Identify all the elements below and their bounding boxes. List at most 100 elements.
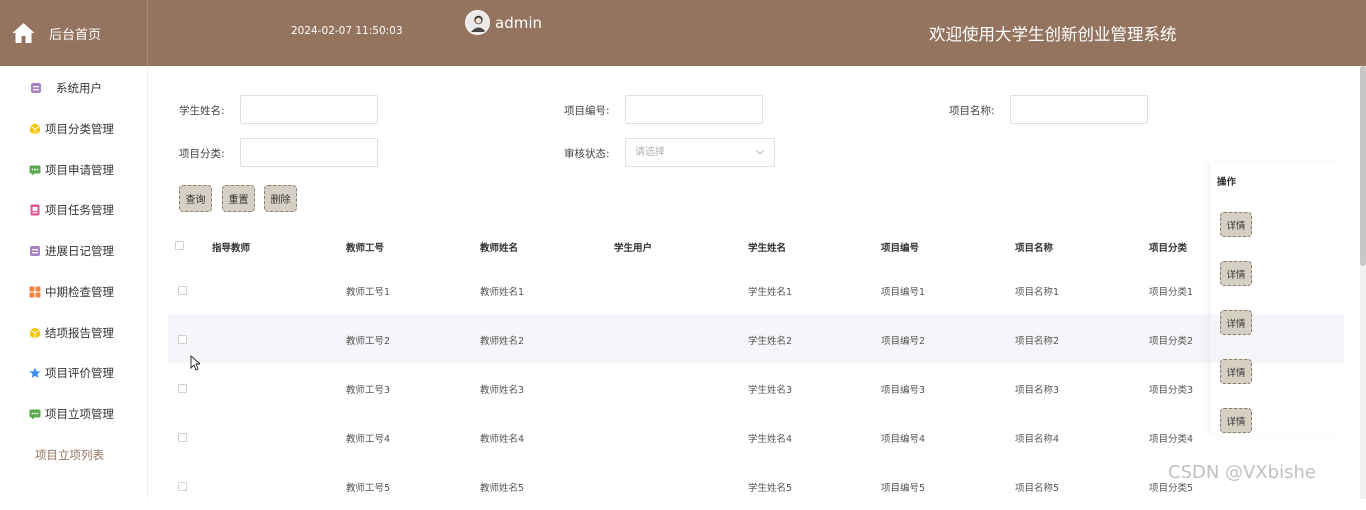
home-link[interactable]: 后台首页 (0, 0, 148, 66)
detail-button[interactable]: 详情 (1220, 310, 1252, 335)
cell-teacher-name: 教师姓名3 (480, 385, 525, 396)
audit-status-placeholder: 请选择 (635, 147, 665, 158)
project-no-label: 项目编号: (564, 105, 610, 117)
sidebar-item-label: 中期检查管理 (45, 285, 114, 299)
cell-teacher-no: 教师工号4 (346, 434, 391, 445)
student-name-label: 学生姓名: (179, 105, 225, 117)
sidebar-item-label: 项目分类管理 (45, 122, 114, 136)
sidebar-item-system-users[interactable]: 系统用户 (0, 73, 148, 103)
main-content: 学生姓名: 项目编号: 项目名称: 项目分类: 审核状态: 请选择 查询 重置 … (150, 66, 1360, 499)
sidebar-item-project-evaluation[interactable]: 项目评价管理 (0, 358, 148, 388)
row-checkbox[interactable] (178, 384, 187, 393)
row-checkbox[interactable] (178, 286, 187, 295)
cell-teacher-name: 教师姓名4 (480, 434, 525, 445)
cell-project-no: 项目编号2 (881, 336, 926, 347)
cell-teacher-name: 教师姓名5 (480, 483, 525, 494)
cell-teacher-no: 教师工号1 (346, 287, 391, 298)
cube-icon (29, 327, 41, 339)
th-project-name: 项目名称 (1015, 243, 1054, 254)
sidebar-item-project-task[interactable]: 项目任务管理 (0, 195, 148, 225)
detail-button[interactable]: 详情 (1220, 212, 1252, 237)
site-title: 欢迎使用大学生创新创业管理系统 (929, 25, 1177, 44)
chevron-down-icon (756, 150, 764, 155)
archive-icon (31, 83, 41, 93)
project-category-label: 项目分类: (179, 148, 225, 160)
cell-teacher-no: 教师工号3 (346, 385, 391, 396)
th-category: 项目分类 (1149, 243, 1188, 254)
cell-student-name: 学生姓名1 (748, 287, 793, 298)
th-teacher-no: 教师工号 (346, 243, 385, 254)
row-checkbox[interactable] (178, 482, 187, 491)
mouse-cursor-icon (190, 355, 200, 371)
cell-project-no: 项目编号5 (881, 483, 926, 494)
sidebar-item-label: 进展日记管理 (45, 244, 114, 258)
cell-student-name: 学生姓名3 (748, 385, 793, 396)
username: admin (495, 13, 542, 32)
home-label: 后台首页 (49, 27, 102, 43)
select-all-checkbox[interactable] (175, 241, 184, 250)
sidebar-item-label: 项目申请管理 (45, 163, 114, 177)
cell-project-name: 项目名称1 (1015, 287, 1060, 298)
sidebar-item-progress-diary[interactable]: 进展日记管理 (0, 236, 148, 266)
message-icon (29, 165, 41, 176)
datetime: 2024-02-07 11:50:03 (291, 25, 403, 37)
th-teacher-name: 教师姓名 (480, 243, 519, 254)
detail-button[interactable]: 详情 (1220, 261, 1252, 286)
user-info[interactable]: admin (465, 10, 542, 35)
operations-column: 操作 详情 详情 详情 详情 详情 (1209, 163, 1344, 433)
cell-category: 项目分类1 (1149, 287, 1194, 298)
sidebar-item-project-application[interactable]: 项目申请管理 (0, 155, 148, 185)
sidebar-item-final-report[interactable]: 结项报告管理 (0, 318, 148, 348)
student-name-input[interactable] (240, 95, 378, 124)
sidebar: 系统用户 项目分类管理 项目申请管理 项目任务管理 进展日记管理 中期检查管理 … (0, 66, 148, 499)
avatar (465, 10, 490, 35)
detail-button[interactable]: 详情 (1220, 408, 1252, 433)
sidebar-item-label: 项目立项列表 (35, 448, 104, 462)
sidebar-item-project-category[interactable]: 项目分类管理 (0, 114, 148, 144)
cell-student-name: 学生姓名5 (748, 483, 793, 494)
project-category-input[interactable] (240, 138, 378, 167)
cell-project-name: 项目名称2 (1015, 336, 1060, 347)
audit-status-select[interactable]: 请选择 (625, 138, 775, 167)
th-operations: 操作 (1217, 177, 1237, 188)
table-row[interactable]: 教师工号3 教师姓名3 学生姓名3 项目编号3 项目名称3 项目分类3 (168, 363, 1344, 412)
project-name-input[interactable] (1010, 95, 1148, 124)
sidebar-item-label: 系统用户 (56, 81, 102, 95)
table-row[interactable]: 教师工号1 教师姓名1 学生姓名1 项目编号1 项目名称1 项目分类1 (168, 265, 1344, 314)
row-checkbox[interactable] (178, 433, 187, 442)
home-icon (12, 23, 35, 43)
sidebar-item-project-approval[interactable]: 项目立项管理 (0, 399, 148, 429)
cell-project-no: 项目编号1 (881, 287, 926, 298)
cell-student-name: 学生姓名4 (748, 434, 793, 445)
cell-project-name: 项目名称4 (1015, 434, 1060, 445)
grid-icon (29, 286, 41, 298)
sidebar-item-label: 项目立项管理 (45, 407, 114, 421)
th-student-user: 学生用户 (614, 243, 653, 254)
project-name-label: 项目名称: (949, 105, 995, 117)
cell-project-no: 项目编号3 (881, 385, 926, 396)
cell-category: 项目分类3 (1149, 385, 1194, 396)
sidebar-item-project-approval-list[interactable]: 项目立项列表 (0, 440, 148, 470)
project-no-input[interactable] (625, 95, 763, 124)
audit-status-label: 审核状态: (564, 148, 610, 160)
table-row[interactable]: 教师工号2 教师姓名2 学生姓名2 项目编号2 项目名称2 项目分类2 (168, 314, 1344, 363)
top-bar: 后台首页 2024-02-07 11:50:03 admin 欢迎使用大学生创新… (0, 0, 1366, 66)
sidebar-item-label: 项目任务管理 (45, 203, 114, 217)
cell-project-no: 项目编号4 (881, 434, 926, 445)
table-row[interactable]: 教师工号4 教师姓名4 学生姓名4 项目编号4 项目名称4 项目分类4 (168, 412, 1344, 461)
cell-category: 项目分类4 (1149, 434, 1194, 445)
cell-project-name: 项目名称5 (1015, 483, 1060, 494)
row-checkbox[interactable] (178, 335, 187, 344)
vertical-scrollbar[interactable] (1360, 66, 1366, 499)
user-avatar-icon (466, 11, 489, 34)
cell-category: 项目分类2 (1149, 336, 1194, 347)
reset-button[interactable]: 重置 (222, 185, 255, 212)
scrollbar-thumb[interactable] (1360, 66, 1366, 266)
delete-button[interactable]: 删除 (264, 185, 297, 212)
query-button[interactable]: 查询 (179, 185, 212, 212)
sidebar-item-label: 项目评价管理 (45, 366, 114, 380)
detail-button[interactable]: 详情 (1220, 359, 1252, 384)
th-project-no: 项目编号 (881, 243, 920, 254)
sidebar-item-label: 结项报告管理 (45, 326, 114, 340)
sidebar-item-midterm-check[interactable]: 中期检查管理 (0, 277, 148, 307)
